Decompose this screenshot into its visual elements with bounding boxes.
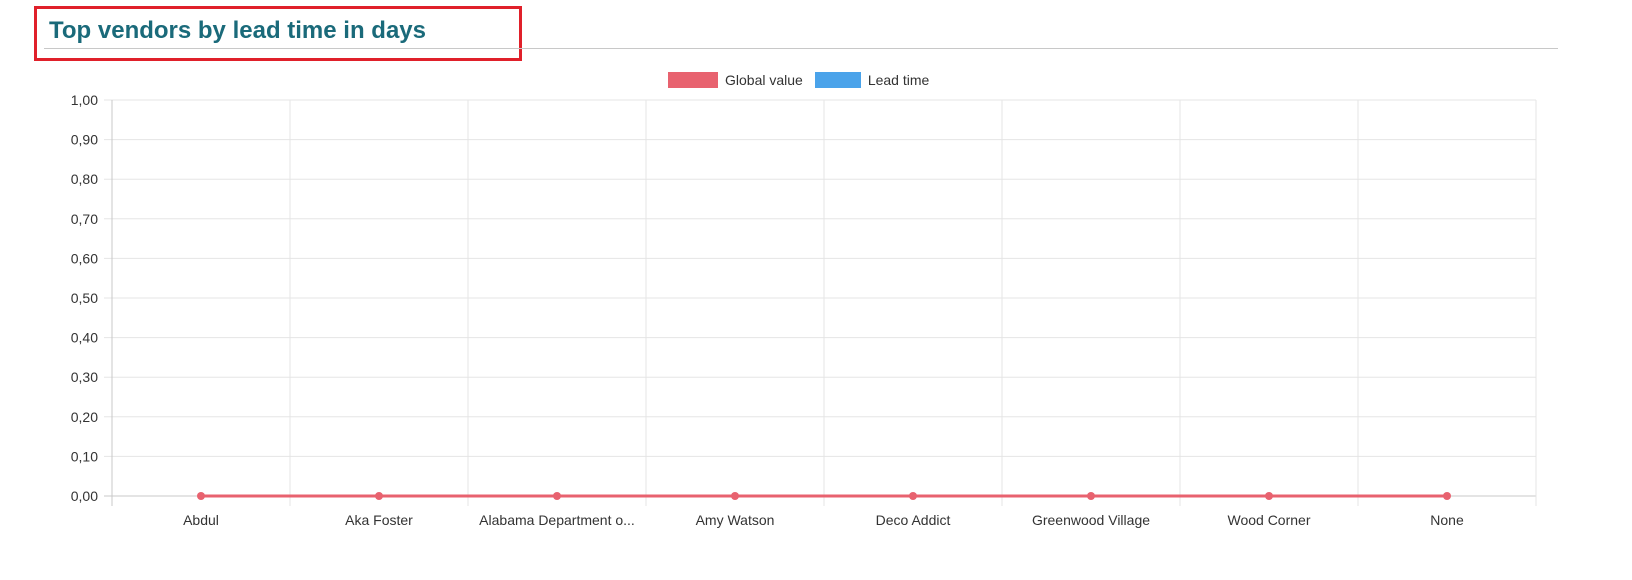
data-point[interactable] [1443, 492, 1451, 500]
y-tick-label: 0,70 [71, 211, 98, 227]
x-tick-label: Abdul [183, 512, 219, 528]
y-tick-label: 0,10 [71, 448, 98, 464]
data-point[interactable] [731, 492, 739, 500]
y-tick-label: 0,90 [71, 132, 98, 148]
x-axis-ticks: Abdul Aka Foster Alabama Department o... Am… [183, 512, 1464, 528]
y-tick-label: 0,50 [71, 290, 98, 306]
y-tick-label: 0,20 [71, 409, 98, 425]
y-axis-ticks: 0,00 0,10 0,20 0,30 0,40 0,50 0,60 0,70 0,80 0,90… [71, 92, 98, 504]
data-point[interactable] [1265, 492, 1273, 500]
x-tick-label: Greenwood Village [1032, 512, 1150, 528]
data-point[interactable] [1087, 492, 1095, 500]
x-tick-label: Deco Addict [876, 512, 951, 528]
chart-page: Top vendors by lead time in days Global … [0, 0, 1632, 580]
y-tick-label: 0,80 [71, 171, 98, 187]
data-point[interactable] [553, 492, 561, 500]
line-chart: 0,00 0,10 0,20 0,30 0,40 0,50 0,60 0,70 0,80 0,90… [71, 92, 1537, 528]
x-tick-label: None [1430, 512, 1464, 528]
x-tick-label: Alabama Department o... [479, 512, 635, 528]
data-point[interactable] [197, 492, 205, 500]
x-tick-label: Aka Foster [345, 512, 413, 528]
y-tick-label: 0,60 [71, 250, 98, 266]
data-point[interactable] [375, 492, 383, 500]
y-tick-label: 0,30 [71, 369, 98, 385]
data-point[interactable] [909, 492, 917, 500]
y-tick-label: 1,00 [71, 92, 98, 108]
y-tick-label: 0,00 [71, 488, 98, 504]
x-tick-label: Amy Watson [696, 512, 775, 528]
y-tick-label: 0,40 [71, 330, 98, 346]
x-tick-label: Wood Corner [1227, 512, 1310, 528]
grid-lines [104, 99, 1537, 506]
